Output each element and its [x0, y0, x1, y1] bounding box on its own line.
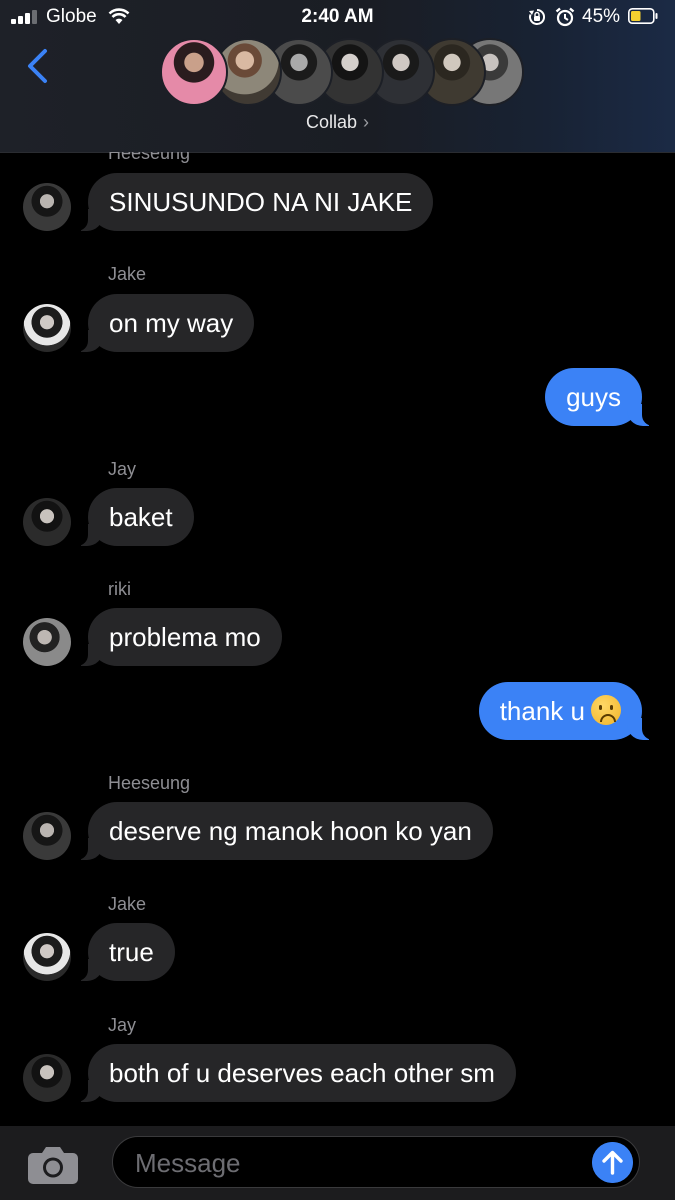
- composer-bar: [0, 1126, 675, 1200]
- group-name-button[interactable]: Collab ›: [0, 112, 675, 133]
- message-bubble-incoming[interactable]: deserve ng manok hoon ko yan: [71, 802, 493, 860]
- battery-icon: [628, 8, 658, 24]
- message-field[interactable]: [112, 1136, 640, 1188]
- group-name: Collab: [305, 112, 358, 132]
- status-bar: Globe 2:40 AM 45%: [0, 0, 675, 34]
- avatar[interactable]: [23, 933, 71, 981]
- message-bubble-incoming[interactable]: both of u deserves each other sm: [71, 1044, 516, 1102]
- frowning-face-emoji: [591, 695, 621, 726]
- sender-name: Jay: [108, 1015, 137, 1035]
- member-avatar: [160, 38, 228, 106]
- message-bubble-outgoing[interactable]: guys: [545, 368, 659, 426]
- message-thread[interactable]: Heeseung SINUSUNDO NA NI JAKE Jake on my…: [0, 152, 675, 1126]
- sender-name: riki: [108, 579, 131, 599]
- sender-name: Heeseung: [108, 152, 191, 163]
- message-bubble-outgoing[interactable]: thank u: [478, 682, 660, 740]
- message-bubble-incoming[interactable]: baket: [71, 488, 194, 546]
- avatar[interactable]: [23, 304, 71, 352]
- message-bubble-incoming[interactable]: problema mo: [71, 608, 282, 666]
- sender-name: Jake: [108, 894, 147, 914]
- avatar[interactable]: [23, 498, 71, 546]
- avatar[interactable]: [23, 618, 71, 666]
- chevron-right-icon: ›: [363, 112, 370, 132]
- battery-percent: 45%: [582, 6, 621, 27]
- alarm-icon: [555, 7, 575, 27]
- sender-name: Jake: [108, 264, 147, 284]
- chevron-left-icon[interactable]: [24, 48, 52, 84]
- sender-name: Heeseung: [108, 773, 191, 793]
- camera-icon[interactable]: [27, 1145, 79, 1185]
- group-avatars[interactable]: [160, 38, 524, 106]
- message-bubble-incoming[interactable]: true: [71, 923, 175, 981]
- arrow-up-icon[interactable]: [592, 1142, 633, 1183]
- message-input[interactable]: [133, 1143, 577, 1183]
- avatar[interactable]: [23, 183, 71, 231]
- sender-name: Jay: [108, 459, 137, 479]
- message-bubble-incoming[interactable]: on my way: [70, 294, 255, 352]
- chat-header: Globe 2:40 AM 45% Collab ›: [0, 0, 675, 153]
- rotation-lock-icon: [529, 8, 546, 25]
- avatar[interactable]: [23, 1054, 71, 1102]
- avatar[interactable]: [23, 812, 71, 860]
- message-bubble-incoming[interactable]: SINUSUNDO NA NI JAKE: [70, 173, 434, 231]
